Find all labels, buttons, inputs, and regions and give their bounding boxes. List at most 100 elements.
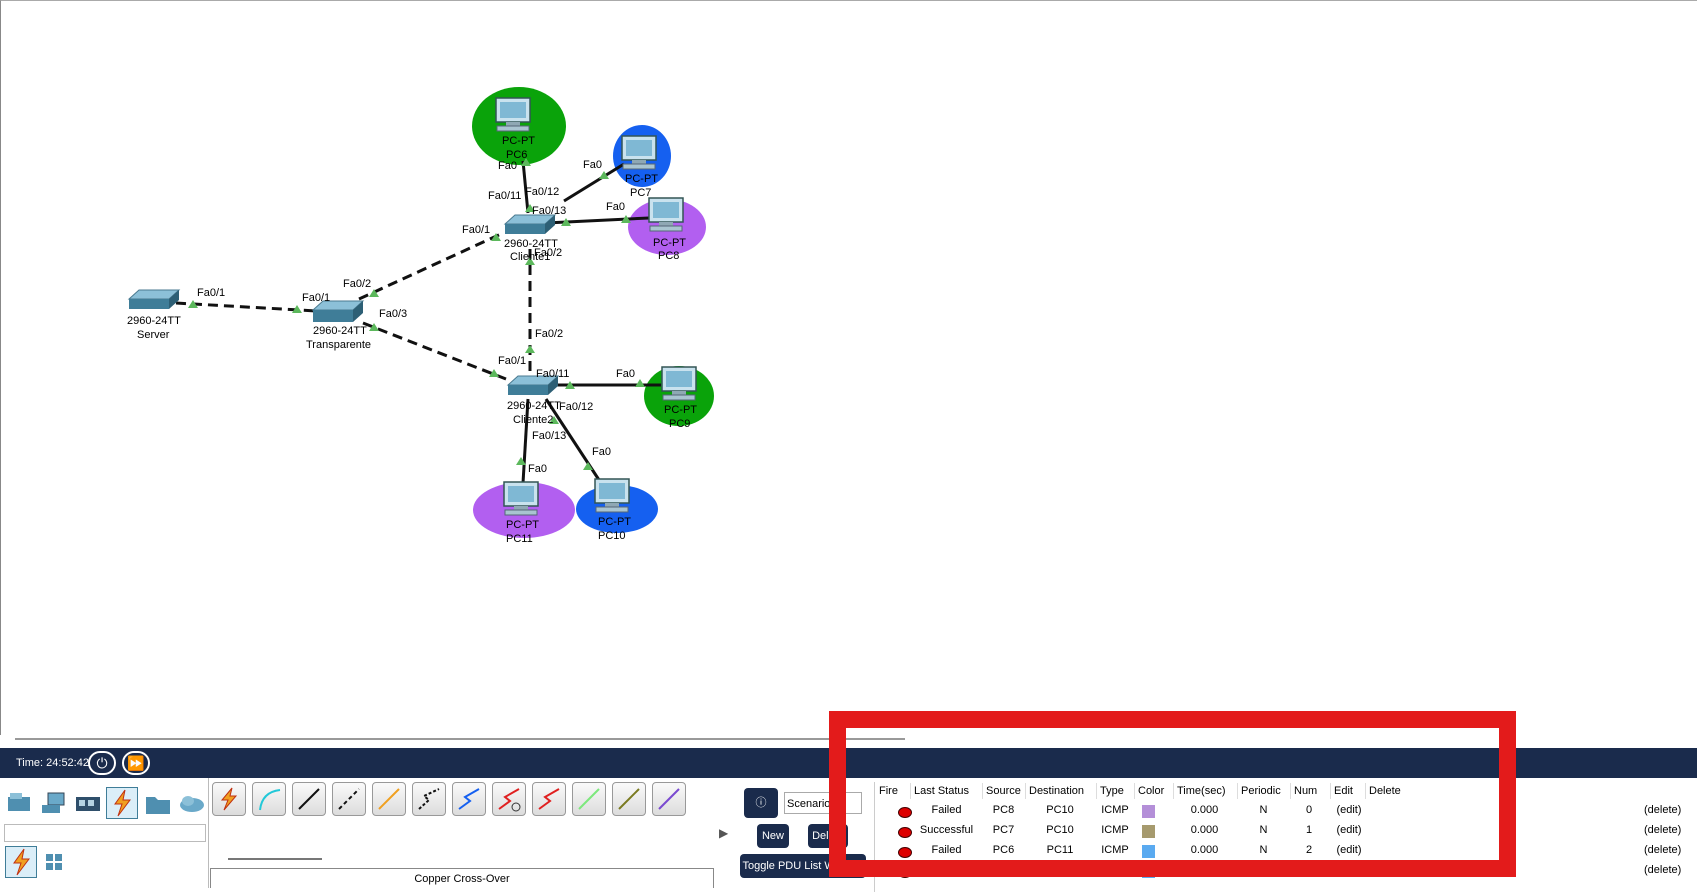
switch-transparente-icon[interactable] (311, 300, 365, 322)
pc6-model-label: PC-PT (502, 135, 535, 147)
transparente-name-label: Transparente (306, 339, 372, 351)
misc-icon[interactable] (144, 791, 172, 817)
pc11-model-label: PC-PT (506, 519, 539, 531)
pc-pc10-icon[interactable] (594, 478, 630, 513)
pc8-name-label: PC8 (658, 250, 680, 262)
server-name-label: Server (137, 329, 170, 341)
switch-cliente1-icon[interactable] (503, 214, 557, 234)
port-label: Fa0/1 (197, 287, 226, 299)
logical-workspace[interactable]: PC-PT PC6 PC-PT PC7 PC-PT PC8 PC-PT PC9 … (0, 0, 1697, 735)
copper-cross-over-icon (338, 788, 360, 810)
port-label: Fa0 (528, 463, 547, 475)
console-cable-icon (259, 789, 281, 811)
pc-pc8-icon[interactable] (648, 197, 684, 232)
link-status-arrow (635, 379, 645, 387)
cliente2-model-label: 2960-24TT (507, 400, 561, 412)
power-cycle-icon: ⏻ (96, 755, 108, 771)
copper-straight-through-icon (298, 788, 320, 810)
coaxial-cable-icon (458, 788, 480, 810)
transparente-model-label: 2960-24TT (313, 325, 367, 337)
port-label: Fa0/1 (498, 355, 527, 367)
pc7-model-label: PC-PT (625, 173, 658, 185)
end-devices-icon[interactable] (40, 791, 68, 817)
port-label: Fa0 (616, 368, 635, 380)
switch-server-icon[interactable] (127, 289, 181, 309)
pc11-name-label: PC11 (506, 533, 533, 545)
pc8-model-label: PC-PT (653, 237, 686, 249)
automatic-connection-icon (220, 787, 238, 811)
copper-straight-through-button[interactable] (292, 782, 326, 816)
fast-forward-icon: ⏩ (127, 755, 145, 771)
components-icon[interactable] (74, 791, 102, 817)
port-label: Fa0/13 (532, 205, 567, 217)
automatic-connection-button[interactable] (212, 782, 246, 816)
link-transparente-cliente2[interactable] (362, 321, 507, 381)
copper-cross-over-button[interactable] (332, 782, 366, 816)
subcategory-connections-button[interactable] (5, 846, 37, 878)
workspace-scrollbar[interactable] (15, 738, 905, 740)
scenario-info-button[interactable]: ⓘ (744, 788, 778, 818)
serial-dte-button[interactable] (532, 782, 566, 816)
fiber-cable-button[interactable] (372, 782, 406, 816)
topology-canvas[interactable] (1, 1, 1697, 736)
cliente2-name-label: Cliente2 (513, 414, 554, 426)
pc9-model-label: PC-PT (664, 404, 697, 416)
fast-forward-button[interactable]: ⏩ (122, 751, 150, 775)
new-scenario-button[interactable]: New (757, 824, 789, 848)
grid-icon[interactable] (45, 853, 63, 871)
port-label: Fa0/2 (535, 328, 564, 340)
power-cycle-button[interactable]: ⏻ (88, 751, 116, 775)
info-icon: ⓘ (755, 797, 767, 809)
port-label: Fa0/11 (536, 368, 570, 380)
pc-pc11-icon[interactable] (503, 481, 539, 516)
iot-custom-cable-icon (618, 788, 640, 810)
port-label: Fa0/11 (488, 190, 522, 202)
connections-scrollbar[interactable] (228, 858, 322, 860)
usb-cable-icon (658, 788, 680, 810)
pc-pc6-icon[interactable] (495, 97, 531, 132)
pc7-name-label: PC7 (630, 187, 652, 199)
expand-arrow-icon[interactable]: ▶ (719, 826, 728, 840)
phone-cable-button[interactable] (412, 782, 446, 816)
pdu-delete-link[interactable]: (delete) (1644, 824, 1681, 836)
port-label: Fa0 (583, 159, 602, 171)
port-label: Fa0/3 (379, 308, 408, 320)
pc-pc7-icon[interactable] (621, 135, 657, 170)
pdu-delete-link[interactable]: (delete) (1644, 864, 1681, 876)
octal-cable-icon (578, 788, 600, 810)
pdu-delete-link[interactable]: (delete) (1644, 844, 1681, 856)
fiber-cable-icon (378, 788, 400, 810)
link-transparente-cliente1[interactable] (358, 231, 504, 301)
connections-category-button[interactable] (106, 787, 138, 819)
port-label: Fa0/12 (559, 401, 594, 413)
device-search-field[interactable] (4, 824, 206, 842)
multiuser-icon[interactable] (178, 791, 206, 817)
pc9-name-label: PC9 (669, 418, 691, 430)
network-devices-icon[interactable] (6, 791, 34, 817)
pdu-delete-link[interactable]: (delete) (1644, 804, 1681, 816)
console-cable-button[interactable] (252, 782, 286, 816)
usb-cable-button[interactable] (652, 782, 686, 816)
port-label: Fa0/2 (343, 278, 372, 290)
port-label: Fa0/1 (462, 224, 491, 236)
server-model-label: 2960-24TT (127, 315, 181, 327)
serial-dce-button[interactable] (492, 782, 526, 816)
connections-icon (114, 789, 131, 817)
connections-icon (13, 848, 30, 876)
pc-pc9-icon[interactable] (661, 366, 697, 401)
iot-custom-cable-button[interactable] (612, 782, 646, 816)
pc10-name-label: PC10 (598, 530, 626, 542)
port-label: Fa0/12 (525, 186, 560, 198)
port-label: Fa0 (606, 201, 625, 213)
phone-cable-icon (418, 788, 440, 810)
octal-cable-button[interactable] (572, 782, 606, 816)
port-label: Fa0/1 (302, 292, 331, 304)
port-label: Fa0 (498, 160, 517, 172)
serial-dte-icon (538, 788, 560, 810)
link-status-arrow (525, 345, 535, 353)
port-label: Fa0/13 (532, 430, 567, 442)
coaxial-cable-button[interactable] (452, 782, 486, 816)
simulation-time: Time: 24:52:42 (16, 757, 89, 769)
port-label: Fa0/2 (534, 247, 563, 259)
serial-dce-icon (498, 788, 521, 812)
